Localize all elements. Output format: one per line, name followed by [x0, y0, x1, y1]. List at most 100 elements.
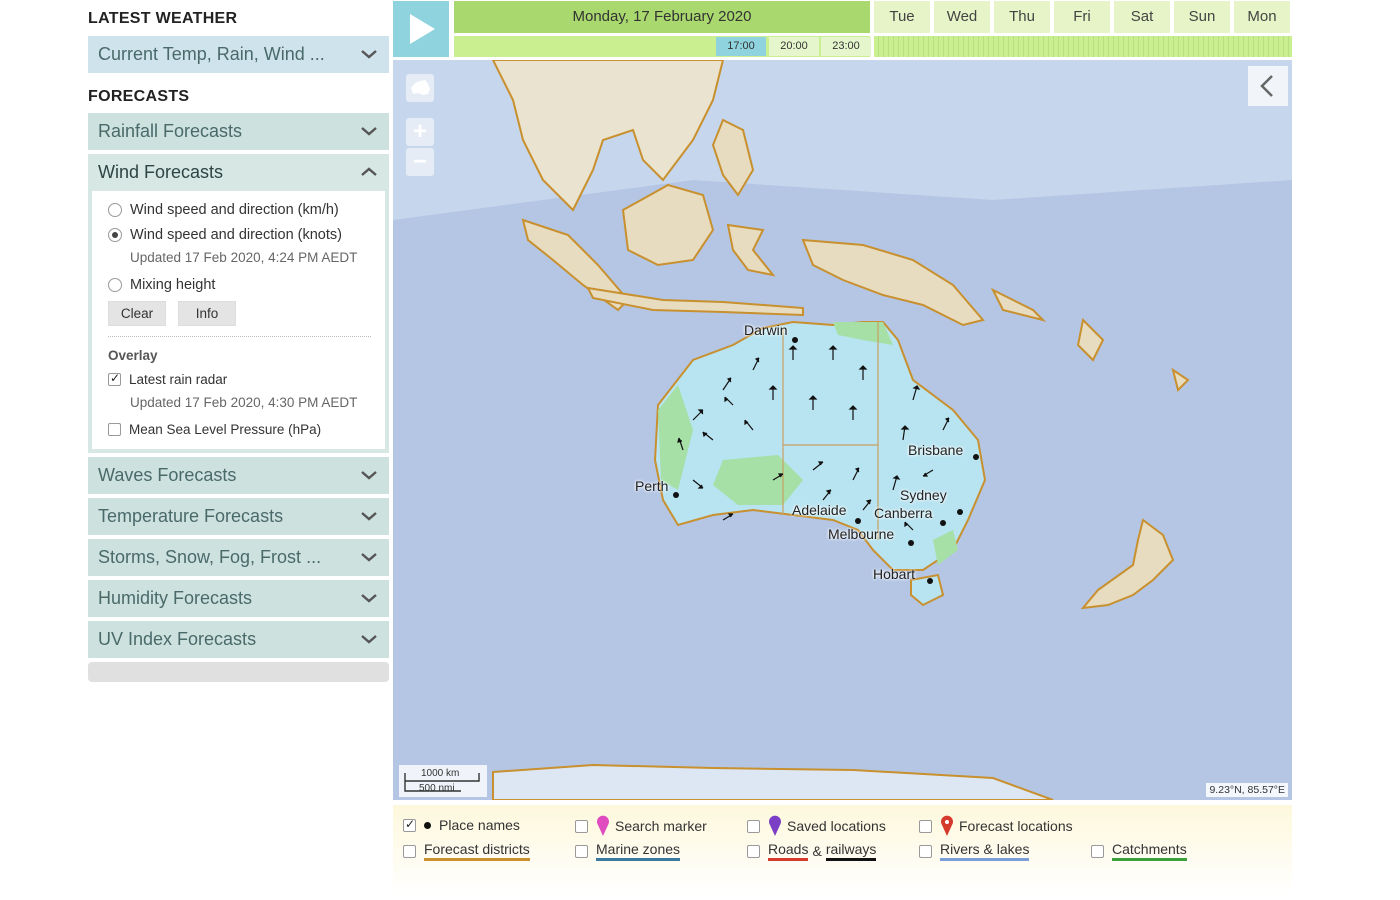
forecast-districts-label: Forecast districts: [424, 841, 530, 861]
wind-kmh-option[interactable]: Wind speed and direction (km/h): [108, 197, 371, 222]
layer-saved-locations[interactable]: Saved locations: [747, 815, 886, 837]
wind-forecasts-accordion[interactable]: Wind Forecasts: [88, 154, 389, 191]
saved-locations-checkbox[interactable]: [747, 819, 760, 833]
wind-knots-updated: Updated 17 Feb 2020, 4:24 PM AEDT: [130, 250, 358, 265]
chevron-down-icon: [361, 553, 377, 562]
humidity-forecasts-accordion[interactable]: Humidity Forecasts: [88, 580, 389, 617]
layer-forecast-districts[interactable]: Forecast districts: [403, 841, 530, 861]
saved-locations-label: Saved locations: [787, 818, 886, 834]
catchments-checkbox[interactable]: [1091, 844, 1104, 858]
cursor-coordinates: 9.23°N, 85.57°E: [1206, 783, 1288, 797]
chevron-down-icon: [361, 512, 377, 521]
wind-forecasts-panel: Wind speed and direction (km/h) Wind spe…: [88, 191, 389, 453]
info-button[interactable]: Info: [178, 301, 236, 326]
mixing-height-option[interactable]: Mixing height: [108, 272, 371, 297]
hour-slot-2000[interactable]: 20:00: [769, 37, 819, 56]
wind-knots-option[interactable]: Wind speed and direction (knots): [108, 222, 371, 247]
place-label-darwin: Darwin: [744, 322, 788, 338]
day-tab-tue[interactable]: Tue: [874, 1, 930, 33]
day-tab-thu[interactable]: Thu: [994, 1, 1050, 33]
zoom-out-button[interactable]: −: [406, 148, 434, 176]
pink-pin-icon: [597, 815, 609, 836]
forecast-locations-label: Forecast locations: [959, 818, 1073, 834]
accordion-label: Wind Forecasts: [98, 162, 224, 182]
zoom-in-button[interactable]: +: [406, 118, 434, 146]
layer-search-marker[interactable]: Search marker: [575, 815, 707, 837]
place-label-melbourne: Melbourne: [828, 526, 895, 542]
mslp-option[interactable]: Mean Sea Level Pressure (hPa): [108, 417, 371, 442]
scale-km-label: 1000 km: [421, 768, 460, 779]
accordion-label: Humidity Forecasts: [98, 588, 253, 608]
forecast-districts-checkbox[interactable]: [403, 844, 416, 858]
scale-bar: 1000 km 500 nmi: [399, 765, 487, 797]
australia-view-button[interactable]: [406, 74, 434, 102]
accordion-label: Rainfall Forecasts: [98, 121, 243, 141]
wind-kmh-label: Wind speed and direction (km/h): [130, 201, 339, 218]
current-temp-rain-wind-accordion[interactable]: Current Temp, Rain, Wind ...: [88, 36, 389, 73]
rain-radar-updated: Updated 17 Feb 2020, 4:30 PM AEDT: [130, 395, 358, 410]
ampersand-label: &: [812, 843, 822, 859]
hour-slot-2300[interactable]: 23:00: [821, 37, 871, 56]
clear-button[interactable]: Clear: [108, 301, 166, 326]
weather-map[interactable]: + − Darwin Brisbane Perth Sydney Adelaid…: [393, 60, 1292, 800]
roads-label: Roads: [768, 841, 809, 861]
layer-forecast-locations[interactable]: Forecast locations: [919, 815, 1073, 837]
day-tab-mon[interactable]: Mon: [1234, 1, 1290, 33]
rain-radar-checkbox[interactable]: [108, 371, 121, 386]
mslp-checkbox[interactable]: [108, 423, 121, 436]
wind-knots-radio[interactable]: [108, 227, 122, 242]
panel-divider: [108, 336, 371, 337]
layer-marine-zones[interactable]: Marine zones: [575, 841, 681, 861]
wind-kmh-radio[interactable]: [108, 202, 122, 217]
day-tab-wed[interactable]: Wed: [934, 1, 990, 33]
day-tab-sat[interactable]: Sat: [1114, 1, 1170, 33]
place-label-adelaide: Adelaide: [792, 502, 847, 518]
map-layers-legend: Place names Search marker Saved location…: [393, 805, 1292, 895]
scale-nmi-label: 500 nmi: [419, 783, 455, 794]
rivers-lakes-checkbox[interactable]: [919, 844, 932, 858]
chevron-down-icon: [361, 50, 377, 59]
mixing-height-label: Mixing height: [130, 276, 216, 293]
accordion-label: Waves Forecasts: [98, 465, 237, 485]
chevron-down-icon: [361, 635, 377, 644]
current-day-tab[interactable]: Monday, 17 February 2020: [454, 1, 870, 33]
storms-snow-fog-frost-accordion[interactable]: Storms, Snow, Fog, Frost ...: [88, 539, 389, 576]
layer-roads-railways[interactable]: Roads & railways: [747, 841, 877, 861]
hour-slot-1700[interactable]: 17:00: [716, 37, 766, 56]
roads-railways-checkbox[interactable]: [747, 844, 760, 858]
sidebar-footer-bar: [88, 662, 389, 682]
day-tabs: Tue Wed Thu Fri Sat Sun Mon: [874, 1, 1290, 33]
chevron-left-icon: [1260, 75, 1273, 97]
forecasts-heading: FORECASTS: [88, 88, 190, 105]
play-button[interactable]: [393, 1, 449, 57]
place-names-checkbox[interactable]: [403, 817, 416, 832]
uv-index-forecasts-accordion[interactable]: UV Index Forecasts: [88, 621, 389, 658]
chevron-down-icon: [361, 594, 377, 603]
red-pin-icon: [941, 815, 953, 836]
search-marker-label: Search marker: [615, 818, 707, 834]
map-base: [393, 60, 1292, 800]
future-hours-strip[interactable]: [874, 36, 1292, 57]
place-label-canberra: Canberra: [874, 505, 933, 521]
rainfall-forecasts-accordion[interactable]: Rainfall Forecasts: [88, 113, 389, 150]
forecast-locations-checkbox[interactable]: [919, 819, 932, 833]
waves-forecasts-accordion[interactable]: Waves Forecasts: [88, 457, 389, 494]
layer-place-names[interactable]: Place names: [403, 817, 520, 833]
marine-zones-checkbox[interactable]: [575, 844, 588, 858]
day-tab-fri[interactable]: Fri: [1054, 1, 1110, 33]
temperature-forecasts-accordion[interactable]: Temperature Forecasts: [88, 498, 389, 535]
rain-radar-option[interactable]: Latest rain radar: [108, 367, 371, 392]
dot-icon: [424, 821, 431, 829]
day-tab-sun[interactable]: Sun: [1174, 1, 1230, 33]
search-marker-checkbox[interactable]: [575, 819, 588, 833]
collapse-panel-button[interactable]: [1248, 66, 1288, 106]
layer-rivers-lakes[interactable]: Rivers & lakes: [919, 841, 1030, 861]
layer-catchments[interactable]: Catchments: [1091, 841, 1187, 861]
mixing-height-radio[interactable]: [108, 277, 122, 292]
place-label-perth: Perth: [635, 478, 669, 494]
plus-icon: +: [412, 118, 427, 145]
chevron-down-icon: [361, 127, 377, 136]
australia-icon: [411, 80, 430, 95]
sidebar: LATEST WEATHER Current Temp, Rain, Wind …: [88, 0, 389, 682]
overlay-heading: Overlay: [108, 348, 158, 363]
